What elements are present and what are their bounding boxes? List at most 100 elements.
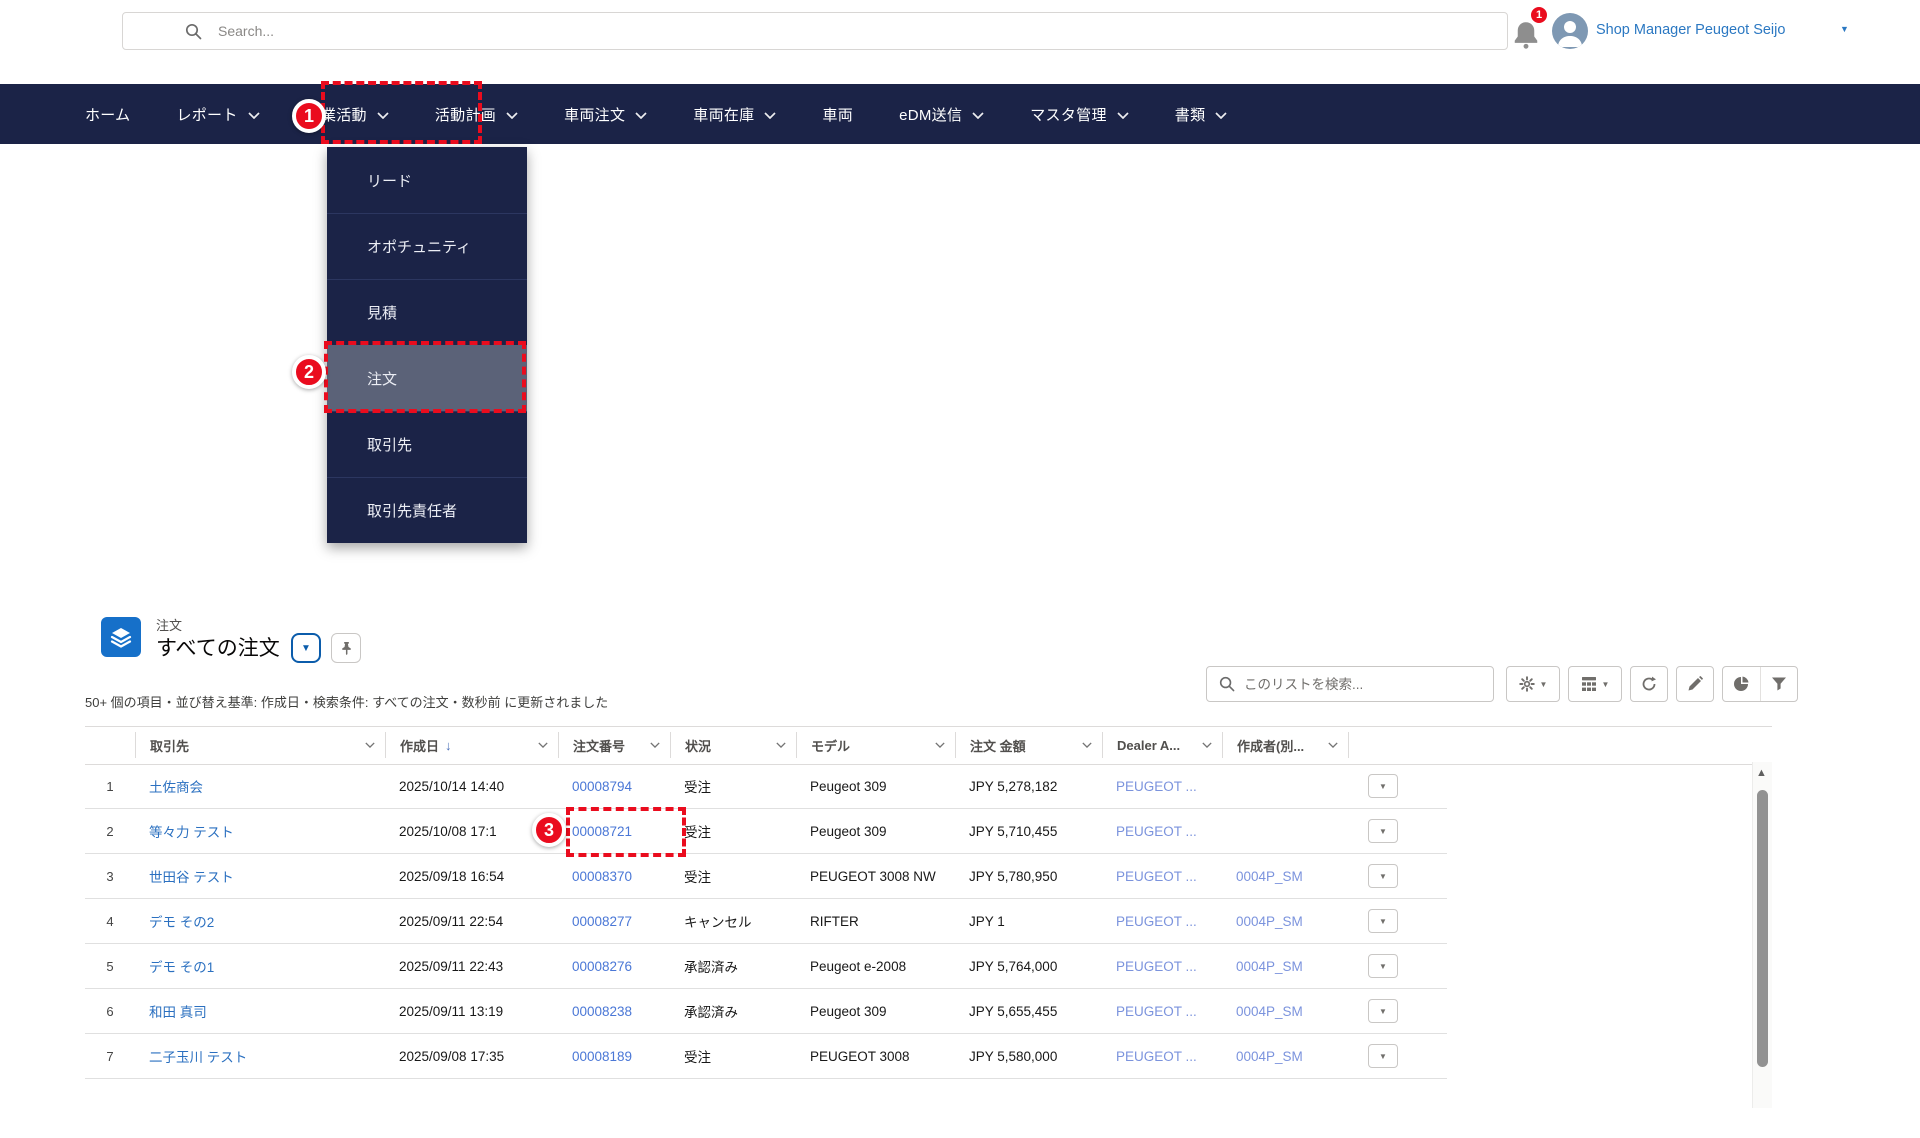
chevron-down-icon[interactable] [365, 742, 375, 748]
account-link[interactable]: 土佐商会 [149, 780, 203, 795]
column-header-created-date[interactable]: 作成日↓ [385, 732, 558, 758]
nav-item-label: マスタ管理 [1030, 104, 1107, 125]
order-number-link[interactable]: 00008238 [572, 1004, 632, 1019]
nav-item-label: 車両在庫 [693, 104, 754, 125]
row-actions-button[interactable]: ▼ [1368, 1044, 1398, 1068]
notification-badge[interactable]: 1 [1529, 5, 1549, 25]
row-actions-button[interactable]: ▼ [1368, 999, 1398, 1023]
global-search-input[interactable] [218, 23, 1218, 39]
account-link[interactable]: 二子玉川 テスト [149, 1050, 247, 1065]
dealer-link[interactable]: PEUGEOT ... [1116, 824, 1197, 839]
table-row[interactable]: 7 二子玉川 テスト 2025/09/08 17:35 00008189 受注 … [85, 1034, 1447, 1079]
table-row[interactable]: 2 等々力 テスト 2025/10/08 17:1 00008721 受注 Pe… [85, 809, 1447, 854]
chart-pie-icon [1733, 676, 1749, 692]
list-settings-button[interactable]: ▼ [1506, 666, 1560, 702]
row-actions-button[interactable]: ▼ [1368, 774, 1398, 798]
display-as-button[interactable]: ▼ [1568, 666, 1622, 702]
column-header-account[interactable]: 取引先 [135, 732, 385, 758]
nav-item[interactable]: 車両注文 [564, 104, 647, 125]
refresh-button[interactable] [1630, 666, 1668, 702]
nav-item[interactable]: マスタ管理 [1030, 104, 1129, 125]
order-number-link[interactable]: 00008370 [572, 869, 632, 884]
scrollbar-thumb[interactable] [1757, 790, 1768, 1067]
list-search-input[interactable] [1244, 677, 1464, 692]
amount-cell: JPY 5,655,455 [955, 1004, 1102, 1019]
chevron-down-icon[interactable] [1328, 742, 1338, 748]
filter-button[interactable] [1760, 667, 1797, 701]
creator-link[interactable]: 0004P_SM [1236, 1004, 1303, 1019]
charts-button[interactable] [1723, 667, 1760, 701]
chevron-down-icon[interactable] [935, 742, 945, 748]
chevron-down-icon[interactable] [650, 742, 660, 748]
nav-item[interactable]: 書類 [1175, 104, 1228, 125]
list-view-title: すべての注文 [156, 632, 280, 662]
order-number-link[interactable]: 00008794 [572, 779, 632, 794]
vertical-scrollbar[interactable]: ▲ [1752, 762, 1772, 1108]
dealer-link[interactable]: PEUGEOT ... [1116, 869, 1197, 884]
creator-link[interactable]: 0004P_SM [1236, 1049, 1303, 1064]
chevron-down-icon[interactable] [538, 742, 548, 748]
dropdown-menu-item[interactable]: 注文 [327, 345, 527, 411]
nav-item-label: 車両注文 [564, 104, 625, 125]
creator-link[interactable]: 0004P_SM [1236, 914, 1303, 929]
nav-item[interactable]: レポート [176, 104, 259, 125]
account-link[interactable]: 等々力 テスト [149, 825, 234, 840]
table-row[interactable]: 5 デモ その1 2025/09/11 22:43 00008276 承認済み … [85, 944, 1447, 989]
row-actions-button[interactable]: ▼ [1368, 819, 1398, 843]
dealer-link[interactable]: PEUGEOT ... [1116, 959, 1197, 974]
dropdown-menu-item[interactable]: リード [327, 147, 527, 213]
dropdown-menu-item[interactable]: オポチュニティ [327, 213, 527, 279]
account-link[interactable]: デモ その2 [149, 915, 214, 930]
order-number-link[interactable]: 00008277 [572, 914, 632, 929]
nav-item[interactable]: 車両 [822, 104, 853, 125]
order-number-link[interactable]: 00008189 [572, 1049, 632, 1064]
dropdown-menu-item[interactable]: 取引先 [327, 411, 527, 477]
table-row[interactable]: 1 土佐商会 2025/10/14 14:40 00008794 受注 Peug… [85, 764, 1447, 809]
nav-item[interactable]: ホーム [85, 104, 130, 125]
column-header-amount[interactable]: 注文 金額 [955, 732, 1102, 758]
column-header-actions [1348, 732, 1447, 758]
creator-link[interactable]: 0004P_SM [1236, 959, 1303, 974]
pin-list-button[interactable] [331, 633, 361, 663]
row-actions-button[interactable]: ▼ [1368, 954, 1398, 978]
chevron-down-icon[interactable] [1082, 742, 1092, 748]
row-number: 5 [85, 959, 135, 974]
global-search-box[interactable] [122, 12, 1508, 50]
column-header-order-number[interactable]: 注文番号 [558, 732, 670, 758]
account-link[interactable]: デモ その1 [149, 960, 214, 975]
account-link[interactable]: 和田 真司 [149, 1005, 207, 1020]
nav-item[interactable]: eDM送信 [899, 104, 984, 125]
dropdown-menu-item[interactable]: 取引先責任者 [327, 477, 527, 543]
table-row[interactable]: 3 世田谷 テスト 2025/09/18 16:54 00008370 受注 P… [85, 854, 1447, 899]
dropdown-item-label: 取引先責任者 [367, 500, 457, 521]
dealer-link[interactable]: PEUGEOT ... [1116, 1049, 1197, 1064]
column-header-creator[interactable]: 作成者(別... [1222, 732, 1348, 758]
dealer-link[interactable]: PEUGEOT ... [1116, 914, 1197, 929]
row-actions-button[interactable]: ▼ [1368, 909, 1398, 933]
creator-link[interactable]: 0004P_SM [1236, 869, 1303, 884]
nav-item[interactable]: 活動計画 [435, 104, 518, 125]
dealer-link[interactable]: PEUGEOT ... [1116, 779, 1197, 794]
dealer-link[interactable]: PEUGEOT ... [1116, 1004, 1197, 1019]
column-header-status[interactable]: 状況 [670, 732, 796, 758]
chevron-down-icon[interactable] [1202, 742, 1212, 748]
order-number-link[interactable]: 00008276 [572, 959, 632, 974]
table-row[interactable]: 4 デモ その2 2025/09/11 22:54 00008277 キャンセル… [85, 899, 1447, 944]
edit-button[interactable] [1676, 666, 1714, 702]
user-menu-link[interactable]: Shop Manager Peugeot Seijo [1596, 22, 1785, 38]
account-link[interactable]: 世田谷 テスト [149, 870, 234, 885]
dropdown-menu-item[interactable]: 見積 [327, 279, 527, 345]
scroll-up-arrow-icon[interactable]: ▲ [1756, 767, 1767, 779]
chevron-down-icon[interactable] [776, 742, 786, 748]
order-number-link[interactable]: 00008721 [572, 824, 632, 839]
user-menu-caret-icon[interactable]: ▼ [1840, 24, 1849, 34]
row-actions-button[interactable]: ▼ [1368, 864, 1398, 888]
list-search-box[interactable] [1206, 666, 1494, 702]
table-row[interactable]: 6 和田 真司 2025/09/11 13:19 00008238 承認済み P… [85, 989, 1447, 1034]
list-view-select-button[interactable]: ▼ [291, 633, 321, 663]
column-header-dealer[interactable]: Dealer A... [1102, 732, 1222, 758]
nav-item[interactable]: 車両在庫 [693, 104, 776, 125]
edit-pencil-icon [1687, 676, 1703, 692]
column-header-model[interactable]: モデル [796, 732, 955, 758]
avatar[interactable] [1552, 13, 1588, 49]
